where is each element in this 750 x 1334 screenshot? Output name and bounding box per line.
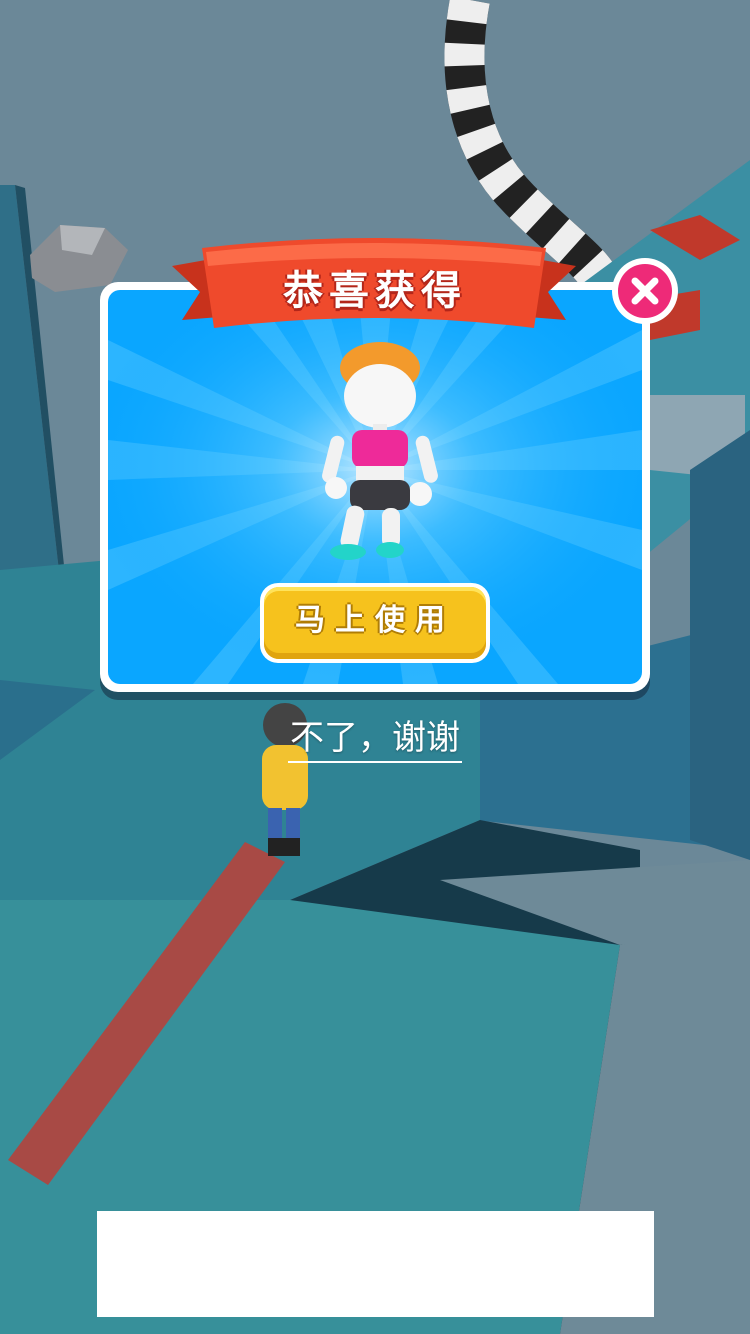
reward-character-skin [322, 342, 438, 560]
ad-banner-placeholder[interactable] [97, 1211, 654, 1317]
close-icon [631, 277, 659, 305]
use-now-label: 马上使用 [295, 603, 455, 638]
decline-row: 不了，谢谢 [0, 710, 750, 763]
close-button[interactable] [612, 258, 678, 324]
use-now-button[interactable]: 马上使用 [260, 583, 490, 663]
no-thanks-link[interactable]: 不了，谢谢 [288, 710, 462, 763]
